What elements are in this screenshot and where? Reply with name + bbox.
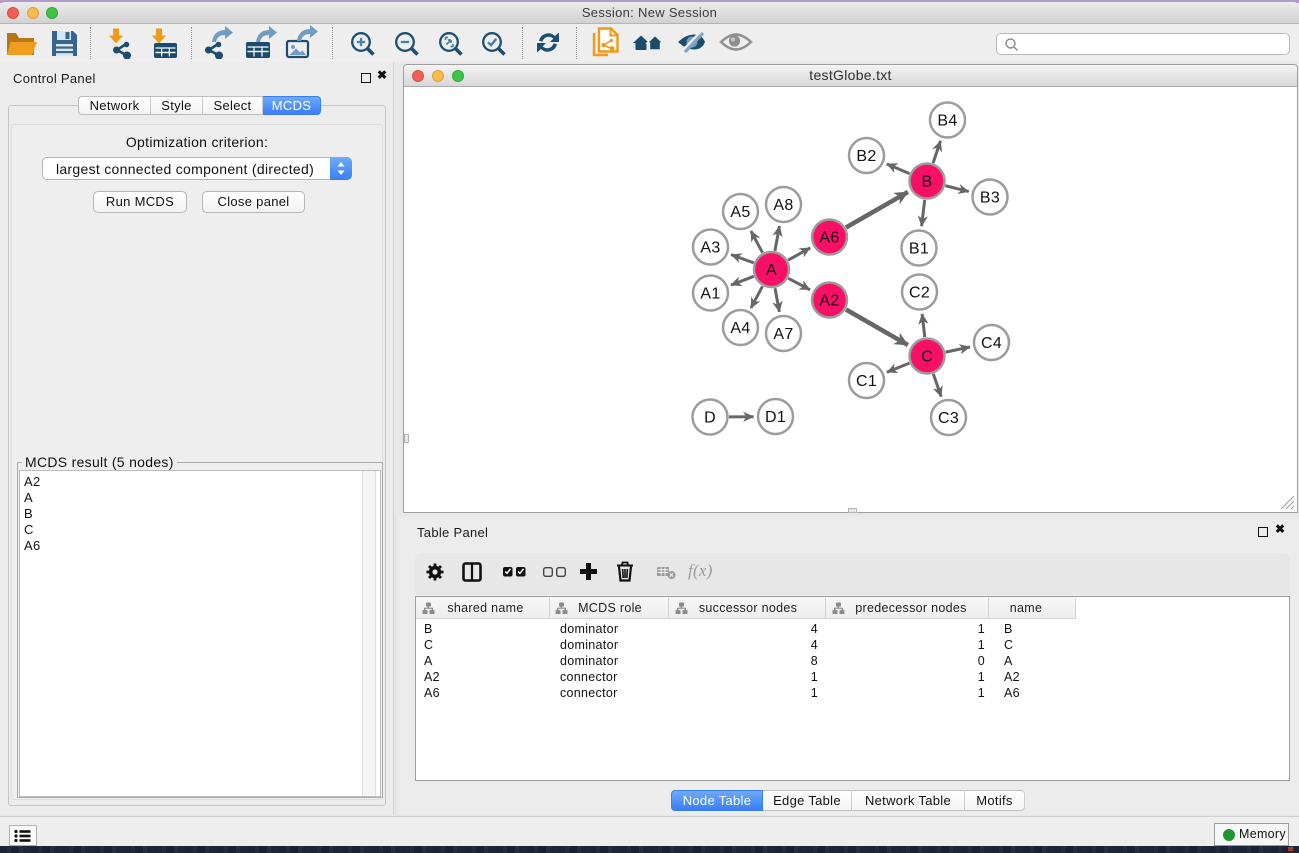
svg-text:B: B [922, 174, 933, 191]
svg-text:A3: A3 [700, 240, 720, 257]
svg-text:C: C [921, 349, 933, 366]
svg-text:C1: C1 [856, 373, 877, 390]
svg-text:A1: A1 [700, 286, 720, 303]
svg-text:B2: B2 [856, 148, 876, 165]
svg-text:C2: C2 [909, 285, 930, 302]
svg-text:A8: A8 [773, 197, 793, 214]
svg-text:f(x): f(x) [688, 561, 713, 580]
svg-text:A6: A6 [819, 230, 839, 247]
svg-text:B1: B1 [909, 241, 929, 258]
svg-text:C3: C3 [938, 410, 959, 427]
svg-text:A: A [766, 262, 777, 279]
svg-text:A5: A5 [730, 204, 750, 221]
svg-text:A7: A7 [773, 326, 793, 343]
svg-text:C4: C4 [981, 335, 1002, 352]
svg-text:B4: B4 [937, 113, 957, 130]
svg-text:D: D [704, 410, 716, 427]
svg-text:A2: A2 [819, 293, 839, 310]
svg-text:D1: D1 [765, 409, 786, 426]
svg-text:B3: B3 [980, 190, 1000, 207]
svg-text:A4: A4 [730, 320, 750, 337]
